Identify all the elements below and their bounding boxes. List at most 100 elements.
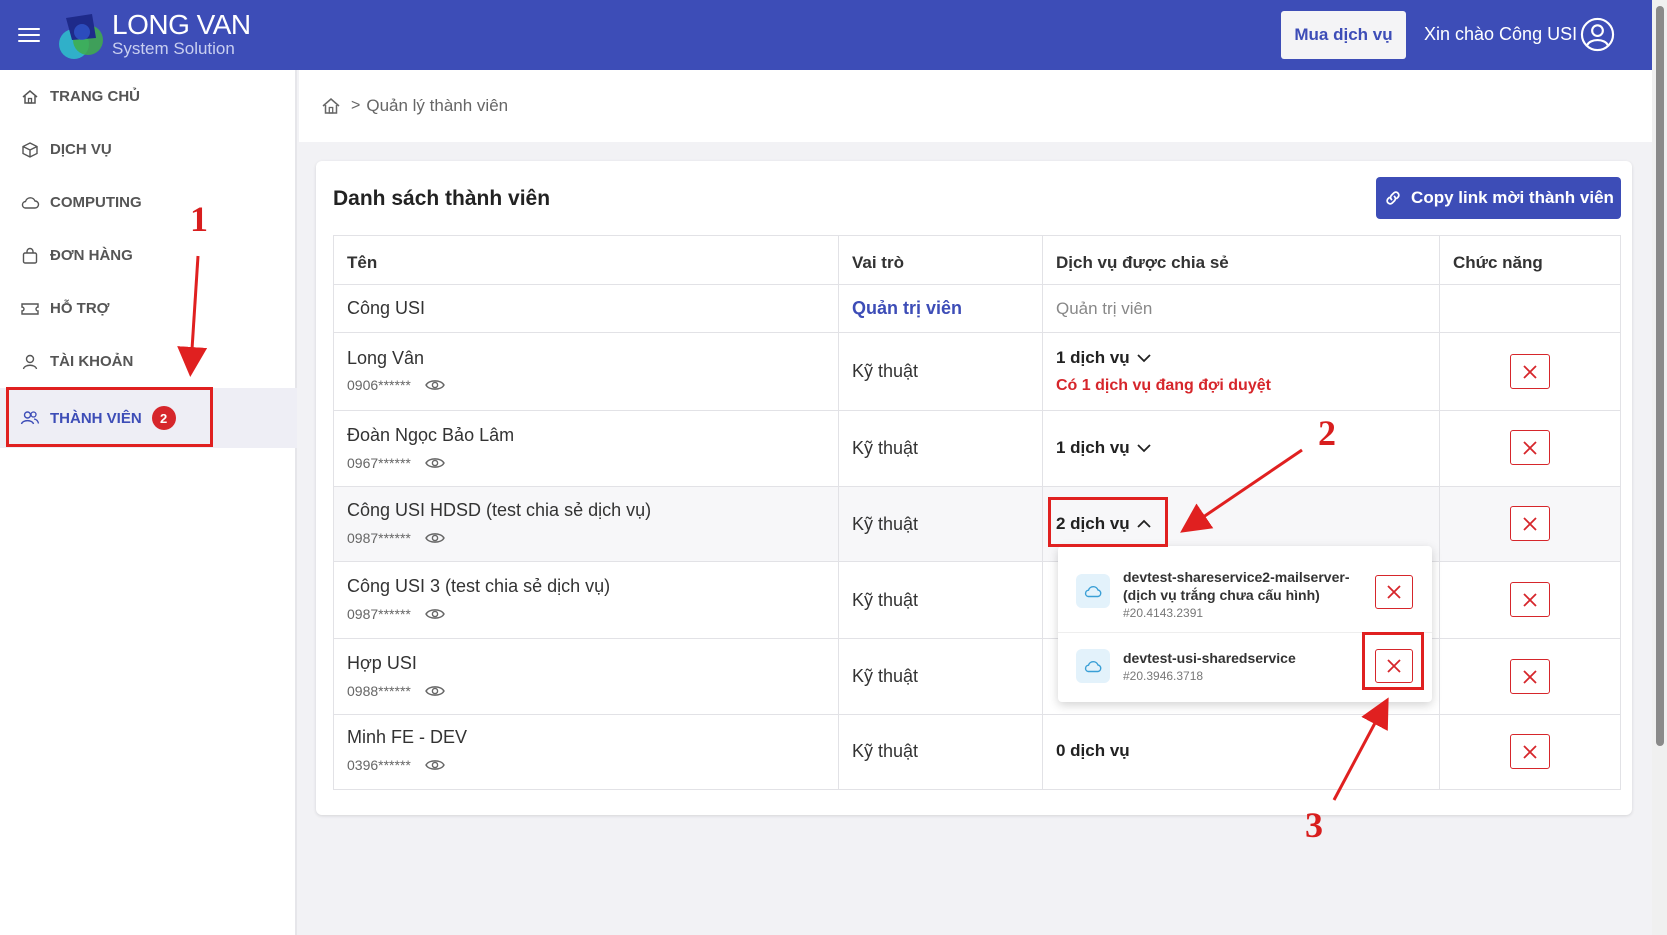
member-phone: 0987****** — [347, 530, 445, 546]
sidebar-item-label: TÀI KHOẢN — [50, 353, 134, 370]
shared-services-count: 1 dịch vụ — [1056, 348, 1130, 367]
user-avatar-icon[interactable] — [1580, 17, 1615, 52]
member-phone-value: 0906****** — [347, 377, 411, 393]
member-phone-value: 0987****** — [347, 530, 411, 546]
member-phone: 0396****** — [347, 757, 445, 773]
annotation-step-1: 1 — [190, 199, 208, 239]
member-phone: 0967****** — [347, 455, 445, 471]
member-role: Kỹ thuật — [852, 741, 919, 761]
shared-service-name: devtest-shareservice2-mailserver-(dịch v… — [1123, 569, 1350, 603]
pending-approval-text: Có 1 dịch vụ đang đợi duyệt — [1056, 377, 1271, 394]
shared-services-value: Quản trị viên — [1056, 299, 1153, 318]
remove-member-button[interactable] — [1510, 659, 1550, 694]
sidebar-item-label: DỊCH VỤ — [50, 141, 112, 158]
column-header-shared-services: Dịch vụ được chia sẻ — [1056, 253, 1229, 272]
breadcrumb: > Quản lý thành viên — [321, 96, 508, 116]
shared-services-count: 0 dịch vụ — [1056, 741, 1130, 760]
member-name: Long Vân — [347, 348, 425, 368]
sidebar-item-label: ĐƠN HÀNG — [50, 247, 133, 264]
brand: LONG VAN System Solution — [112, 11, 251, 58]
sidebar-item-label: TRANG CHỦ — [50, 88, 140, 105]
member-phone: 0988****** — [347, 683, 445, 699]
close-icon — [1523, 744, 1537, 759]
sidebar-item-services[interactable]: DỊCH VỤ — [0, 123, 297, 176]
member-name: Đoàn Ngọc Bảo Lâm — [347, 425, 515, 445]
eye-icon[interactable] — [425, 456, 445, 470]
breadcrumb-bar: > Quản lý thành viên — [299, 70, 1652, 142]
user-greeting[interactable]: Xin chào Công USI — [1424, 24, 1577, 45]
shared-service-item: devtest-shareservice2-mailserver-(dịch v… — [1058, 546, 1432, 632]
member-name: Công USI HDSD (test chia sẻ dịch vụ) — [347, 500, 652, 520]
annotation-step-2: 2 — [1318, 413, 1336, 453]
annotation-box-unshare — [1362, 632, 1424, 690]
member-phone-value: 0967****** — [347, 455, 411, 471]
member-name: Hợp USI — [347, 653, 417, 673]
ticket-icon — [20, 299, 40, 319]
cloud-icon — [1076, 574, 1110, 608]
annotation-box-members — [6, 387, 213, 447]
eye-icon[interactable] — [425, 531, 445, 545]
member-name: Minh FE - DEV — [347, 727, 468, 747]
member-phone: 0987****** — [347, 606, 445, 622]
sidebar-item-orders[interactable]: ĐƠN HÀNG — [0, 229, 297, 282]
breadcrumb-current: Quản lý thành viên — [366, 96, 509, 115]
close-icon — [1523, 516, 1537, 531]
member-role: Kỹ thuật — [852, 514, 919, 534]
table-row: Minh FE - DEV 0396****** Kỹ thuật 0 dịch… — [334, 715, 1620, 789]
members-card: Danh sách thành viên Copy link mời thành… — [316, 161, 1632, 815]
sidebar-item-account[interactable]: TÀI KHOẢN — [0, 335, 297, 388]
member-phone: 0906****** — [347, 377, 445, 393]
annotation-box-services-toggle — [1048, 497, 1168, 547]
shared-services-toggle[interactable]: 1 dịch vụ — [1056, 438, 1152, 458]
breadcrumb-separator: > — [351, 97, 361, 114]
table-header-row: Tên Vai trò Dịch vụ được chia sẻ Chức nă… — [334, 236, 1620, 285]
shared-services-toggle[interactable]: 1 dịch vụ — [1056, 348, 1152, 368]
sidebar-item-computing[interactable]: COMPUTING — [0, 176, 297, 229]
member-role: Quản trị viên — [852, 298, 963, 318]
remove-member-button[interactable] — [1510, 582, 1550, 617]
remove-member-button[interactable] — [1510, 430, 1550, 465]
close-icon — [1523, 440, 1537, 455]
table-row: Đoàn Ngọc Bảo Lâm 0967****** Kỹ thuật 1 … — [334, 411, 1620, 487]
close-icon — [1523, 592, 1537, 607]
home-icon — [20, 87, 40, 107]
close-icon — [1523, 669, 1537, 684]
hamburger-menu-icon[interactable] — [18, 24, 40, 44]
copy-invite-link-button[interactable]: Copy link mời thành viên — [1376, 177, 1621, 219]
eye-icon[interactable] — [425, 607, 445, 621]
cloud-icon — [1076, 649, 1110, 683]
shared-service-code: #20.3946.3718 — [1123, 669, 1204, 683]
home-icon[interactable] — [321, 96, 341, 116]
sidebar-item-label: HỖ TRỢ — [50, 300, 110, 317]
scrollbar-thumb[interactable] — [1656, 6, 1664, 746]
eye-icon[interactable] — [425, 758, 445, 772]
top-header: LONG VAN System Solution Mua dịch vụ Xin… — [0, 0, 1652, 70]
eye-icon[interactable] — [425, 684, 445, 698]
column-header-role: Vai trò — [852, 253, 904, 272]
column-header-name: Tên — [347, 253, 378, 272]
member-name: Công USI — [347, 298, 426, 318]
remove-member-button[interactable] — [1510, 506, 1550, 541]
remove-member-button[interactable] — [1510, 354, 1550, 389]
shared-services-count: 1 dịch vụ — [1056, 438, 1130, 457]
shared-service-name: devtest-usi-sharedservice — [1123, 650, 1296, 666]
box-icon — [20, 140, 40, 160]
unshare-service-button[interactable] — [1375, 575, 1413, 609]
brand-subtitle: System Solution — [112, 39, 235, 58]
remove-member-button[interactable] — [1510, 734, 1550, 769]
copy-invite-link-label: Copy link mời thành viên — [1411, 188, 1614, 207]
buy-service-button[interactable]: Mua dịch vụ — [1281, 11, 1406, 59]
sidebar: TRANG CHỦ DỊCH VỤ COMPUTING ĐƠN HÀNG HỖ … — [0, 70, 297, 935]
close-icon — [1387, 585, 1401, 599]
member-role: Kỹ thuật — [852, 438, 919, 458]
sidebar-item-label: COMPUTING — [50, 194, 142, 211]
table-row: Long Vân 0906****** Kỹ thuật 1 dịch vụ C… — [334, 333, 1620, 411]
sidebar-item-home[interactable]: TRANG CHỦ — [0, 70, 297, 123]
sidebar-item-support[interactable]: HỖ TRỢ — [0, 282, 297, 335]
close-icon — [1523, 364, 1537, 379]
column-header-actions: Chức năng — [1453, 253, 1543, 272]
member-phone-value: 0987****** — [347, 606, 411, 622]
member-role: Kỹ thuật — [852, 361, 919, 381]
brand-name: LONG VAN — [112, 9, 251, 40]
eye-icon[interactable] — [425, 378, 445, 392]
